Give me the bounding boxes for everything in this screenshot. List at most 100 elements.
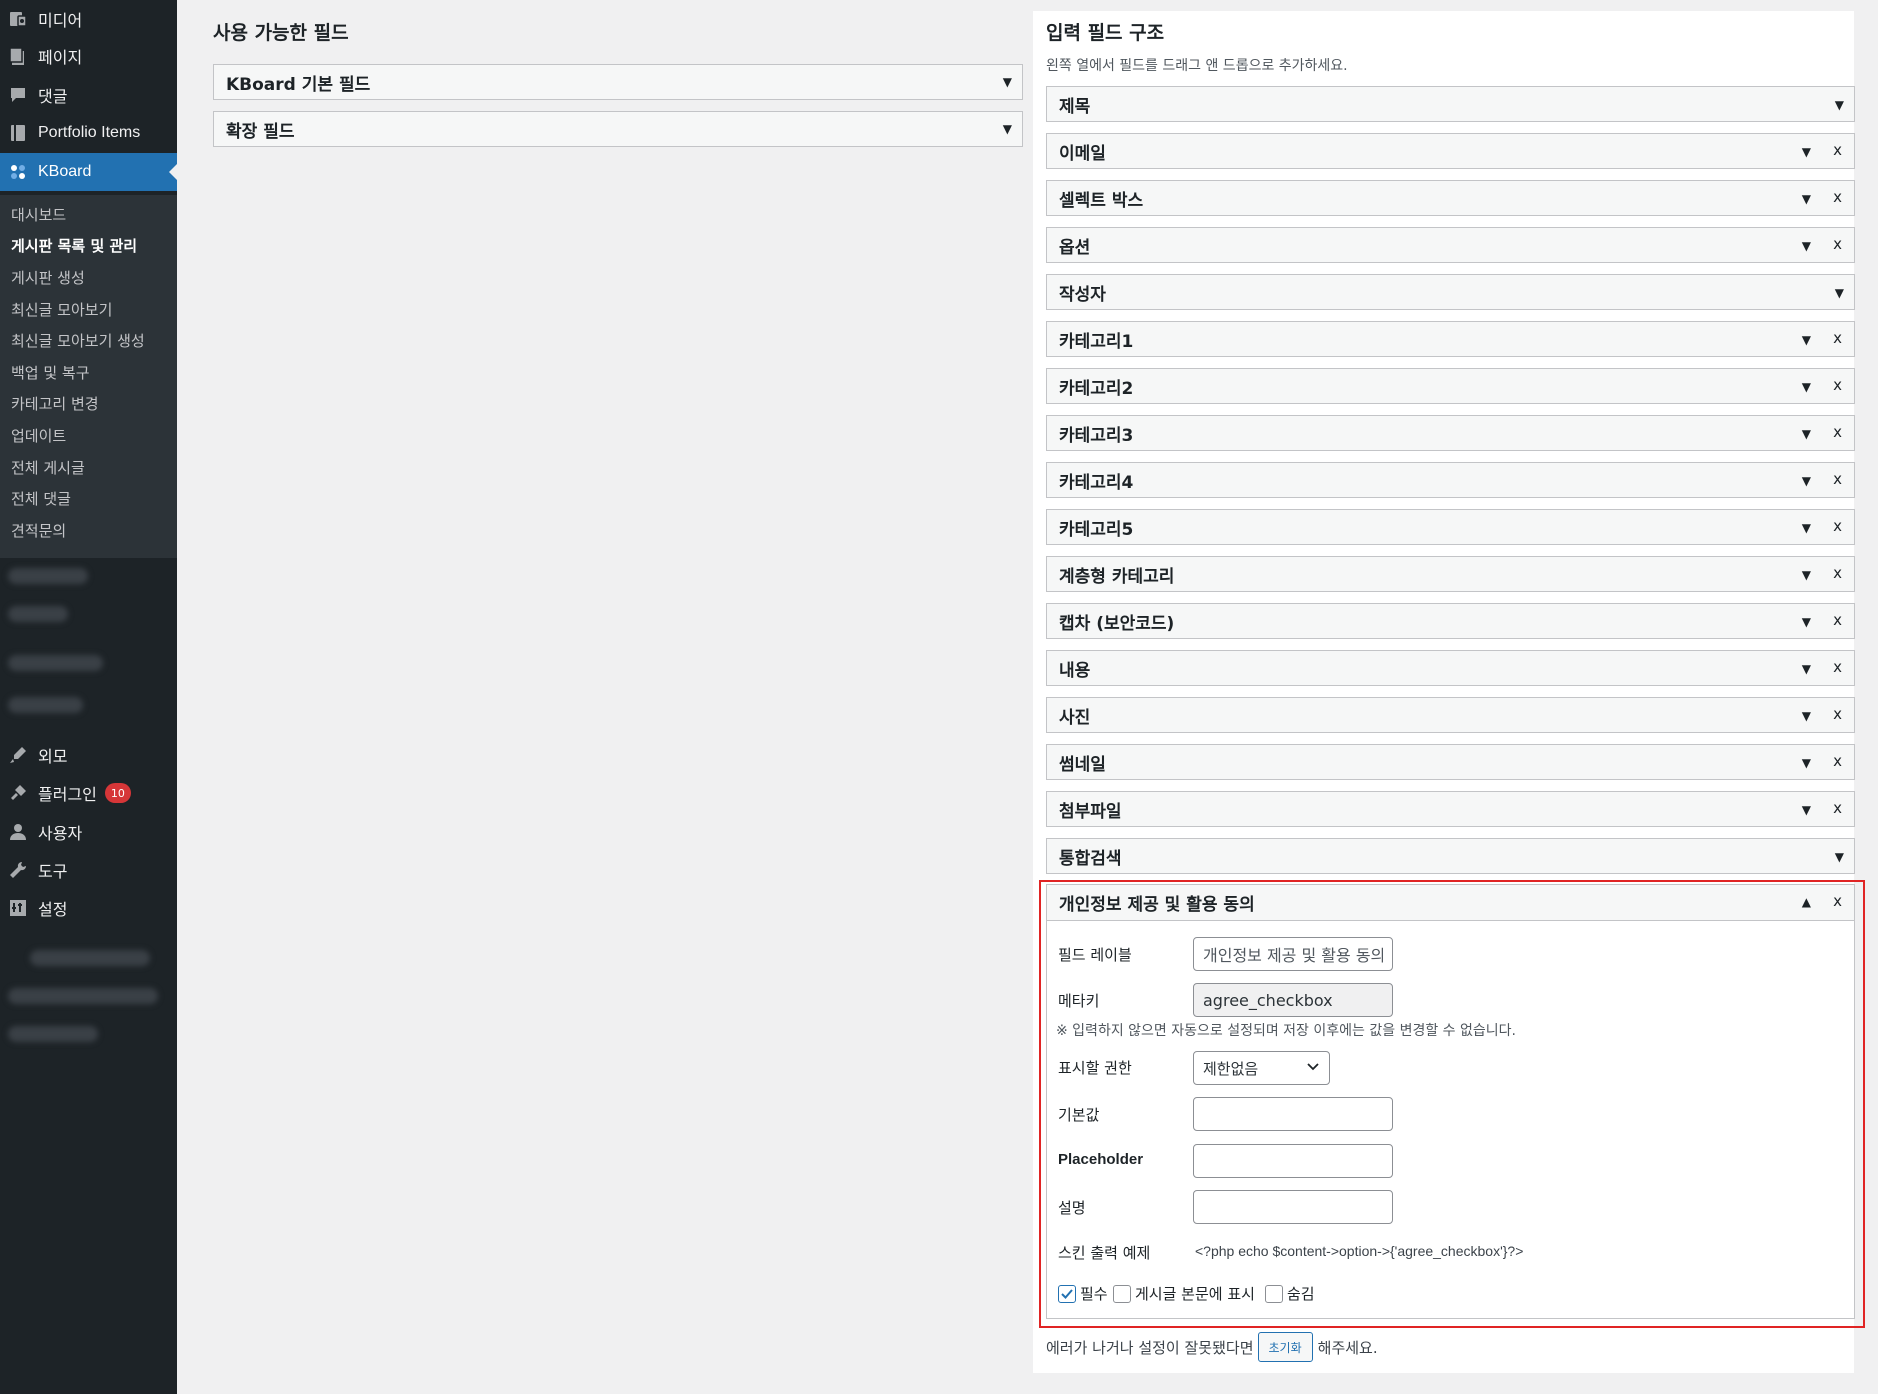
submenu-board-list[interactable]: 게시판 목록 및 관리 <box>11 235 137 256</box>
sidebar-item-kboard[interactable]: KBoard <box>0 153 177 191</box>
caret-down-icon[interactable]: ▼ <box>1003 75 1012 89</box>
structure-field-row[interactable]: 계층형 카테고리 ▼ x <box>1046 556 1855 592</box>
structure-field-row[interactable]: 카테고리4 ▼ x <box>1046 462 1855 498</box>
caret-down-icon[interactable]: ▼ <box>1802 803 1811 817</box>
available-group-kboard-basic[interactable]: KBoard 기본 필드 ▼ <box>213 64 1023 100</box>
expanded-field-title: 개인정보 제공 및 활용 동의 <box>1059 895 1255 915</box>
submenu-category-change[interactable]: 카테고리 변경 <box>11 393 99 414</box>
caret-down-icon[interactable]: ▼ <box>1802 427 1811 441</box>
sidebar-item-media[interactable]: 미디어 <box>0 0 177 38</box>
reset-button[interactable]: 초기화 <box>1257 1332 1313 1362</box>
required-checkbox-group[interactable]: 필수 <box>1058 1283 1108 1304</box>
remove-field-button[interactable]: x <box>1833 423 1842 441</box>
show-in-content-checkbox[interactable] <box>1113 1284 1131 1303</box>
remove-field-button[interactable]: x <box>1833 235 1842 253</box>
structure-field-row[interactable]: 카테고리5 ▼ x <box>1046 509 1855 545</box>
sidebar-item-comments[interactable]: 댓글 <box>0 76 177 114</box>
submenu-all-comments[interactable]: 전체 댓글 <box>11 488 71 509</box>
placeholder-input[interactable] <box>1193 1144 1393 1178</box>
remove-field-button[interactable]: x <box>1833 564 1842 582</box>
remove-field-button[interactable]: x <box>1833 470 1842 488</box>
sidebar-item-portfolio[interactable]: Portfolio Items <box>0 114 177 152</box>
structure-field-row[interactable]: 제목 ▼ <box>1046 86 1855 122</box>
caret-up-icon[interactable]: ▲ <box>1802 895 1811 909</box>
sidebar-item-users[interactable]: 사용자 <box>0 813 177 851</box>
chevron-down-icon <box>1306 1060 1320 1078</box>
submenu-dashboard[interactable]: 대시보드 <box>11 204 66 225</box>
meta-key-input[interactable] <box>1193 983 1393 1017</box>
field-label-input[interactable] <box>1193 937 1393 971</box>
hidden-checkbox-group[interactable]: 숨김 <box>1265 1283 1315 1304</box>
remove-field-button[interactable]: x <box>1833 517 1842 535</box>
remove-field-button[interactable]: x <box>1833 141 1842 159</box>
hidden-checkbox[interactable] <box>1265 1284 1283 1303</box>
caret-down-icon[interactable]: ▼ <box>1835 850 1844 864</box>
caret-down-icon[interactable]: ▼ <box>1802 615 1811 629</box>
remove-field-button[interactable]: x <box>1833 752 1842 770</box>
structure-field-row[interactable]: 카테고리3 ▼ x <box>1046 415 1855 451</box>
sidebar-item-pages[interactable]: 페이지 <box>0 37 177 75</box>
structure-field-row[interactable]: 작성자 ▼ <box>1046 274 1855 310</box>
structure-field-label: 캡차 (보안코드) <box>1059 613 1175 634</box>
caret-down-icon[interactable]: ▼ <box>1802 756 1811 770</box>
remove-field-button[interactable]: x <box>1833 188 1842 206</box>
remove-field-button[interactable]: x <box>1833 329 1842 347</box>
sidebar-item-tools[interactable]: 도구 <box>0 851 177 889</box>
submenu-update[interactable]: 업데이트 <box>11 425 66 446</box>
default-value-input[interactable] <box>1193 1097 1393 1131</box>
caret-down-icon[interactable]: ▼ <box>1835 98 1844 112</box>
reset-line: 에러가 나거나 설정이 잘못됐다면 초기화 해주세요. <box>1046 1332 1378 1362</box>
expanded-field-header[interactable]: 개인정보 제공 및 활용 동의 ▲ x <box>1047 885 1854 921</box>
submenu-quote-inquiry[interactable]: 견적문의 <box>11 520 66 541</box>
structure-field-row[interactable]: 카테고리2 ▼ x <box>1046 368 1855 404</box>
structure-field-row[interactable]: 카테고리1 ▼ x <box>1046 321 1855 357</box>
structure-field-row[interactable]: 캡차 (보안코드) ▼ x <box>1046 603 1855 639</box>
caret-down-icon[interactable]: ▼ <box>1835 286 1844 300</box>
caret-down-icon[interactable]: ▼ <box>1802 239 1811 253</box>
caret-down-icon[interactable]: ▼ <box>1802 380 1811 394</box>
available-group-extended[interactable]: 확장 필드 ▼ <box>213 111 1023 147</box>
submenu-all-posts[interactable]: 전체 게시글 <box>11 457 85 478</box>
remove-field-button[interactable]: x <box>1833 611 1842 629</box>
structure-field-label: 카테고리5 <box>1059 519 1134 540</box>
caret-down-icon[interactable]: ▼ <box>1802 333 1811 347</box>
structure-field-label: 내용 <box>1059 660 1091 681</box>
structure-field-label: 카테고리2 <box>1059 378 1134 399</box>
remove-field-button[interactable]: x <box>1833 658 1842 676</box>
settings-icon <box>0 898 36 918</box>
submenu-backup[interactable]: 백업 및 복구 <box>11 362 90 383</box>
structure-field-row[interactable]: 옵션 ▼ x <box>1046 227 1855 263</box>
submenu-latest-view[interactable]: 최신글 모아보기 <box>11 299 112 320</box>
caret-down-icon[interactable]: ▼ <box>1802 662 1811 676</box>
checkmark-icon <box>1061 1288 1073 1299</box>
user-icon <box>0 822 36 842</box>
structure-field-row[interactable]: 셀렉트 박스 ▼ x <box>1046 180 1855 216</box>
sidebar-item-appearance[interactable]: 외모 <box>0 736 177 774</box>
caret-down-icon[interactable]: ▼ <box>1802 474 1811 488</box>
remove-field-button[interactable]: x <box>1833 892 1842 910</box>
caret-down-icon[interactable]: ▼ <box>1003 122 1012 136</box>
structure-field-row[interactable]: 이메일 ▼ x <box>1046 133 1855 169</box>
caret-down-icon[interactable]: ▼ <box>1802 521 1811 535</box>
remove-field-button[interactable]: x <box>1833 376 1842 394</box>
structure-field-row[interactable]: 사진 ▼ x <box>1046 697 1855 733</box>
submenu-latest-view-create[interactable]: 최신글 모아보기 생성 <box>11 330 145 351</box>
structure-field-row[interactable]: 첨부파일 ▼ x <box>1046 791 1855 827</box>
show-in-content-checkbox-group[interactable]: 게시글 본문에 표시 <box>1113 1283 1255 1304</box>
structure-field-row[interactable]: 내용 ▼ x <box>1046 650 1855 686</box>
remove-field-button[interactable]: x <box>1833 705 1842 723</box>
caret-down-icon[interactable]: ▼ <box>1802 709 1811 723</box>
permission-select[interactable]: 제한없음 <box>1193 1051 1330 1085</box>
description-input[interactable] <box>1193 1190 1393 1224</box>
sidebar-item-plugins[interactable]: 플러그인 10 <box>0 774 177 812</box>
structure-field-row[interactable]: 썸네일 ▼ x <box>1046 744 1855 780</box>
meta-key-label: 메타키 <box>1058 992 1100 1010</box>
required-checkbox[interactable] <box>1058 1284 1076 1303</box>
caret-down-icon[interactable]: ▼ <box>1802 568 1811 582</box>
remove-field-button[interactable]: x <box>1833 799 1842 817</box>
sidebar-item-settings[interactable]: 설정 <box>0 889 177 927</box>
structure-field-row[interactable]: 통합검색 ▼ <box>1046 838 1855 874</box>
submenu-board-create[interactable]: 게시판 생성 <box>11 267 85 288</box>
caret-down-icon[interactable]: ▼ <box>1802 192 1811 206</box>
caret-down-icon[interactable]: ▼ <box>1802 145 1811 159</box>
